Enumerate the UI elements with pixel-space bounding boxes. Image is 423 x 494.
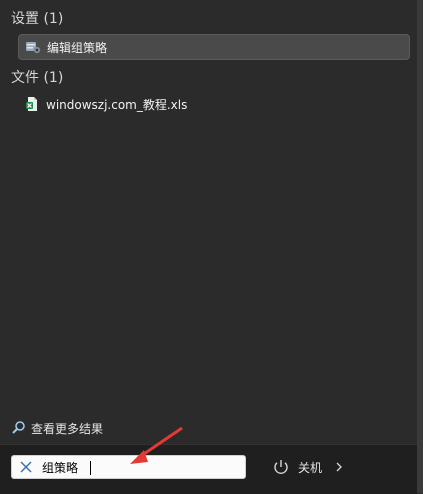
text-caret (90, 461, 91, 475)
search-input[interactable] (42, 460, 232, 474)
chevron-right-icon (334, 461, 344, 473)
power-label: 关机 (298, 460, 323, 475)
search-results-panel: 设置 (1) 编辑组策略 文件 (1) windowszj.com_教程.xls (0, 0, 423, 494)
section-title-files: 文件 (1) (11, 70, 64, 86)
result-item-xls-file[interactable]: windowszj.com_教程.xls (18, 91, 410, 117)
result-item-label: windowszj.com_教程.xls (46, 97, 188, 112)
more-results-label: 查看更多结果 (31, 421, 104, 436)
result-item-group-policy[interactable]: 编辑组策略 (18, 34, 410, 60)
scrollbar-track[interactable] (417, 0, 423, 493)
group-policy-icon (25, 39, 41, 55)
search-box[interactable] (11, 455, 246, 479)
result-item-label: 编辑组策略 (47, 40, 108, 55)
search-icon (11, 420, 27, 436)
power-icon (272, 458, 290, 476)
section-title-settings: 设置 (1) (11, 11, 64, 27)
power-button[interactable]: 关机 (272, 457, 344, 477)
more-results-link[interactable]: 查看更多结果 (11, 418, 103, 438)
excel-file-icon (24, 96, 40, 112)
close-icon[interactable] (16, 457, 36, 477)
